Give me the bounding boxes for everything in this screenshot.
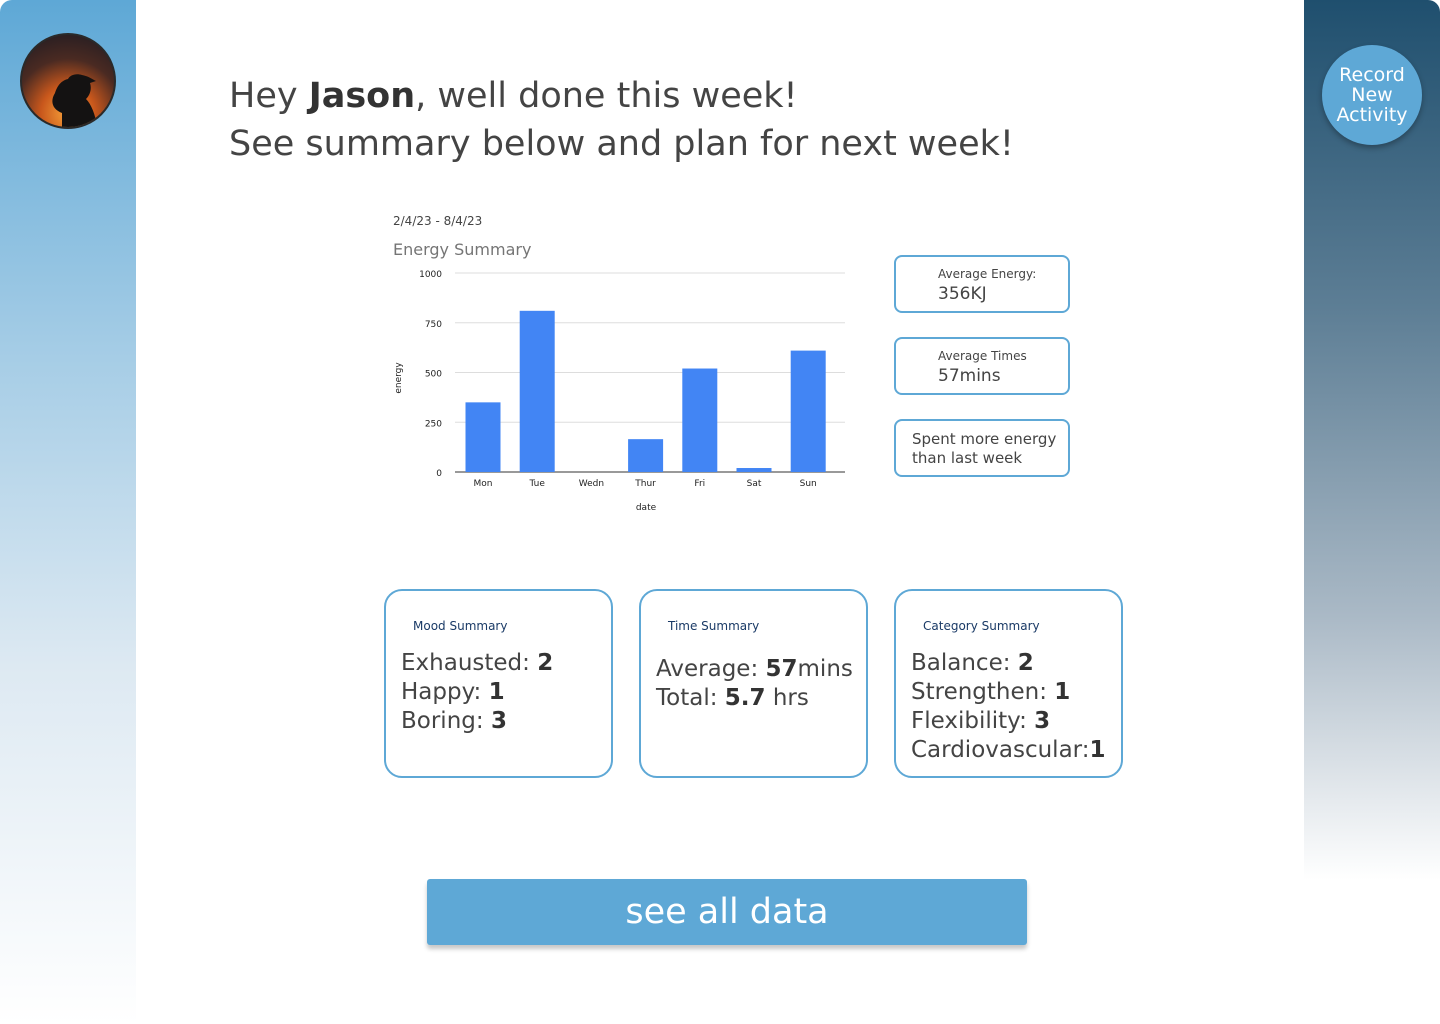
mood-item: Boring: 3 — [401, 707, 553, 736]
x-tick-label: Fri — [694, 479, 705, 489]
x-tick-label: Sat — [747, 479, 762, 489]
category-item-label: Strengthen: — [911, 679, 1055, 705]
y-tick-label: 1000 — [419, 270, 442, 280]
chart-title: Energy Summary — [393, 240, 532, 259]
x-tick-label: Tue — [529, 479, 546, 489]
mood-summary-card: Mood Summary Exhausted: 2 Happy: 1 Borin… — [384, 589, 613, 778]
category-item-value: 2 — [1017, 650, 1034, 676]
person-silhouette-icon — [52, 74, 98, 127]
time-average-unit: mins — [797, 656, 853, 682]
energy-comparison-card: Spent more energy than last week — [894, 419, 1070, 477]
see-all-data-button[interactable]: see all data — [427, 879, 1027, 945]
energy-bar-chart: 0 250 500 750 1000 Mon Tue Wedn Thur Fri Sat Sun dat… — [394, 270, 845, 513]
time-average-label: Average: — [656, 656, 766, 682]
y-axis-title: energy — [394, 362, 404, 394]
y-tick-label: 750 — [425, 320, 442, 330]
time-total-value: 5.7 — [724, 685, 766, 711]
average-energy-card: Average Energy: 356KJ — [894, 255, 1070, 313]
user-name: Jason — [308, 76, 416, 116]
category-item-label: Balance: — [911, 650, 1018, 676]
mood-summary-title: Mood Summary — [413, 619, 508, 633]
date-range: 2/4/23 - 8/4/23 — [393, 214, 483, 228]
category-item-label: Cardiovascular: — [911, 737, 1090, 763]
record-label-line2: New — [1351, 84, 1393, 106]
y-tick-label: 250 — [425, 419, 442, 429]
mood-item: Happy: 1 — [401, 678, 553, 707]
time-average-row: Average: 57mins — [656, 655, 853, 684]
bar — [736, 468, 772, 472]
category-summary-card: Category Summary Balance: 2 Strengthen: … — [894, 589, 1123, 778]
y-tick-label: 500 — [425, 370, 442, 380]
mood-item-label: Happy: — [401, 679, 489, 705]
record-new-activity-button[interactable]: Record New Activity — [1322, 45, 1422, 145]
left-sidebar — [0, 0, 136, 1024]
average-times-value: 57mins — [938, 366, 1001, 386]
time-total-label: Total: — [656, 685, 725, 711]
category-item: Flexibility: 3 — [911, 707, 1105, 736]
time-summary-title: Time Summary — [668, 619, 760, 633]
category-item-value: 1 — [1089, 737, 1106, 763]
average-energy-value: 356KJ — [938, 284, 987, 304]
category-summary-list: Balance: 2 Strengthen: 1 Flexibility: 3 … — [911, 649, 1105, 765]
time-total-row: Total: 5.7 hrs — [656, 684, 853, 713]
greeting-line1: Hey Jason, well done this week! — [229, 72, 1014, 120]
time-total-unit: hrs — [765, 685, 809, 711]
time-summary-card: Time Summary Average: 57mins Total: 5.7 … — [639, 589, 868, 778]
mood-item-label: Boring: — [401, 708, 491, 734]
x-tick-label: Wedn — [579, 479, 604, 489]
bar — [682, 368, 718, 472]
mood-item-label: Exhausted: — [401, 650, 538, 676]
record-label-line1: Record — [1339, 64, 1405, 86]
category-item: Cardiovascular:1 — [911, 736, 1105, 765]
energy-comparison-text: Spent more energy than last week — [912, 430, 1057, 467]
record-label-line3: Activity — [1336, 104, 1408, 126]
mood-summary-list: Exhausted: 2 Happy: 1 Boring: 3 — [401, 649, 553, 736]
bar — [628, 439, 664, 472]
x-axis-title: date — [636, 503, 657, 513]
y-tick-label: 0 — [436, 469, 442, 479]
category-item-value: 1 — [1054, 679, 1071, 705]
average-times-card: Average Times 57mins — [894, 337, 1070, 395]
x-tick-label: Sun — [800, 479, 817, 489]
category-item-label: Flexibility: — [911, 708, 1035, 734]
bar — [465, 402, 501, 472]
time-average-value: 57 — [765, 656, 798, 682]
mood-item: Exhausted: 2 — [401, 649, 553, 678]
category-summary-title: Category Summary — [923, 619, 1040, 633]
bar — [519, 310, 555, 472]
mood-item-value: 3 — [490, 708, 507, 734]
avatar[interactable] — [20, 33, 116, 129]
greeting-suffix: , well done this week! — [415, 76, 798, 116]
x-tick-label: Mon — [474, 479, 493, 489]
greeting-line2: See summary below and plan for next week… — [229, 124, 1014, 164]
time-summary-list: Average: 57mins Total: 5.7 hrs — [656, 655, 853, 713]
greeting-prefix: Hey — [229, 76, 309, 116]
mood-item-value: 2 — [537, 650, 554, 676]
category-item: Balance: 2 — [911, 649, 1105, 678]
x-tick-label: Thur — [634, 479, 656, 489]
average-energy-label: Average Energy: — [938, 267, 1037, 281]
category-item: Strengthen: 1 — [911, 678, 1105, 707]
category-item-value: 3 — [1034, 708, 1051, 734]
greeting-header: Hey Jason, well done this week! See summ… — [229, 72, 1014, 168]
mood-item-value: 1 — [488, 679, 505, 705]
average-times-label: Average Times — [938, 349, 1027, 363]
bar — [790, 350, 826, 472]
